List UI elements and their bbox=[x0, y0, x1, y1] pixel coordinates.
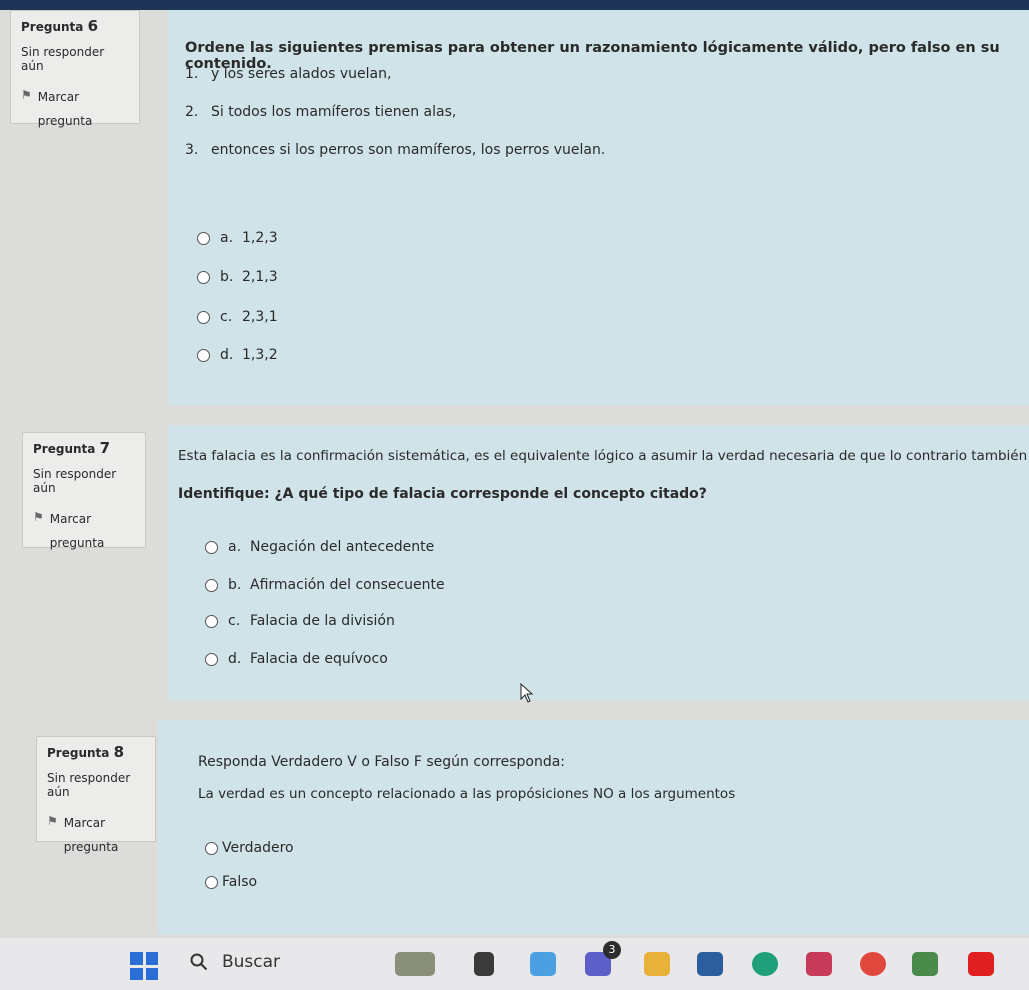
question-state: Sin responder aún bbox=[47, 771, 131, 799]
flag-label: Marcar pregunta bbox=[63, 816, 119, 854]
flag-question-button[interactable]: ⚑ Marcar pregunta bbox=[47, 811, 145, 859]
radio-button[interactable] bbox=[205, 875, 218, 889]
question-number: Pregunta 8 bbox=[47, 743, 124, 761]
flag-question-button[interactable]: ⚑ Marcar pregunta bbox=[21, 85, 129, 133]
option-false[interactable]: Falso bbox=[205, 874, 257, 890]
window-top-bar bbox=[0, 0, 1029, 10]
option-b[interactable]: b. 2,1,3 bbox=[197, 269, 278, 285]
search-box[interactable]: Buscar bbox=[190, 952, 280, 972]
question-7-prompt: Esta falacia es la confirmación sistemát… bbox=[178, 448, 1029, 464]
option-true[interactable]: Verdadero bbox=[205, 840, 294, 856]
youtube-icon[interactable] bbox=[968, 952, 994, 976]
radio-button[interactable] bbox=[205, 652, 218, 666]
radio-button[interactable] bbox=[197, 270, 210, 284]
option-a[interactable]: a. Negación del antecedente bbox=[205, 539, 434, 555]
radio-button[interactable] bbox=[205, 614, 218, 628]
question-number: Pregunta 7 bbox=[33, 439, 110, 457]
option-c[interactable]: c. Falacia de la división bbox=[205, 613, 395, 629]
flag-icon: ⚑ bbox=[33, 510, 44, 524]
premise-2: 2. Si todos los mamíferos tienen alas, bbox=[185, 104, 457, 120]
radio-button[interactable] bbox=[205, 578, 218, 592]
option-d[interactable]: d. Falacia de equívoco bbox=[205, 651, 388, 667]
radio-button[interactable] bbox=[197, 231, 210, 245]
question-8-info: Pregunta 8 Sin responder aún ⚑ Marcar pr… bbox=[36, 736, 156, 854]
music-icon[interactable] bbox=[860, 952, 886, 976]
question-state: Sin responder aún bbox=[33, 467, 117, 495]
question-8-panel bbox=[158, 720, 1029, 935]
taskbar: Buscar 3 bbox=[0, 938, 1029, 990]
question-7-info: Pregunta 7 Sin responder aún ⚑ Marcar pr… bbox=[22, 432, 146, 550]
weather-icon[interactable] bbox=[395, 952, 435, 976]
flag-label: Marcar pregunta bbox=[37, 90, 93, 128]
radio-button[interactable] bbox=[205, 540, 218, 554]
store-icon[interactable] bbox=[697, 952, 723, 976]
media-player-icon[interactable] bbox=[806, 952, 832, 976]
premise-1: 1. y los seres alados vuelan, bbox=[185, 66, 392, 82]
question-state: Sin responder aún bbox=[21, 45, 105, 73]
mouse-cursor-icon bbox=[520, 683, 534, 703]
option-c[interactable]: c. 2,3,1 bbox=[197, 309, 278, 325]
chat-icon[interactable] bbox=[912, 952, 938, 976]
option-a[interactable]: a. 1,2,3 bbox=[197, 230, 278, 246]
question-8-prompt: Responda Verdadero V o Falso F según cor… bbox=[198, 754, 566, 770]
task-view-icon[interactable] bbox=[474, 952, 494, 976]
notification-badge: 3 bbox=[603, 941, 621, 959]
copilot-icon[interactable] bbox=[530, 952, 556, 976]
radio-button[interactable] bbox=[197, 310, 210, 324]
radio-button[interactable] bbox=[205, 841, 218, 855]
question-number: Pregunta 6 bbox=[21, 17, 98, 35]
option-b[interactable]: b. Afirmación del consecuente bbox=[205, 577, 445, 593]
flag-label: Marcar pregunta bbox=[49, 512, 105, 550]
file-explorer-icon[interactable] bbox=[644, 952, 670, 976]
premise-3: 3. entonces si los perros son mamíferos, … bbox=[185, 142, 606, 158]
search-icon bbox=[190, 953, 208, 971]
windows-start-icon[interactable] bbox=[130, 952, 158, 980]
flag-icon: ⚑ bbox=[21, 88, 32, 102]
question-7-identify: Identifique: ¿A qué tipo de falacia corr… bbox=[178, 486, 707, 502]
search-placeholder: Buscar bbox=[222, 952, 281, 972]
question-8-statement: La verdad es un concepto relacionado a l… bbox=[198, 786, 736, 802]
flag-question-button[interactable]: ⚑ Marcar pregunta bbox=[33, 507, 135, 555]
flag-icon: ⚑ bbox=[47, 814, 58, 828]
question-6-info: Pregunta 6 Sin responder aún ⚑ Marcar pr… bbox=[10, 10, 140, 128]
option-d[interactable]: d. 1,3,2 bbox=[197, 347, 278, 363]
radio-button[interactable] bbox=[197, 348, 210, 362]
edge-icon[interactable] bbox=[752, 952, 778, 976]
